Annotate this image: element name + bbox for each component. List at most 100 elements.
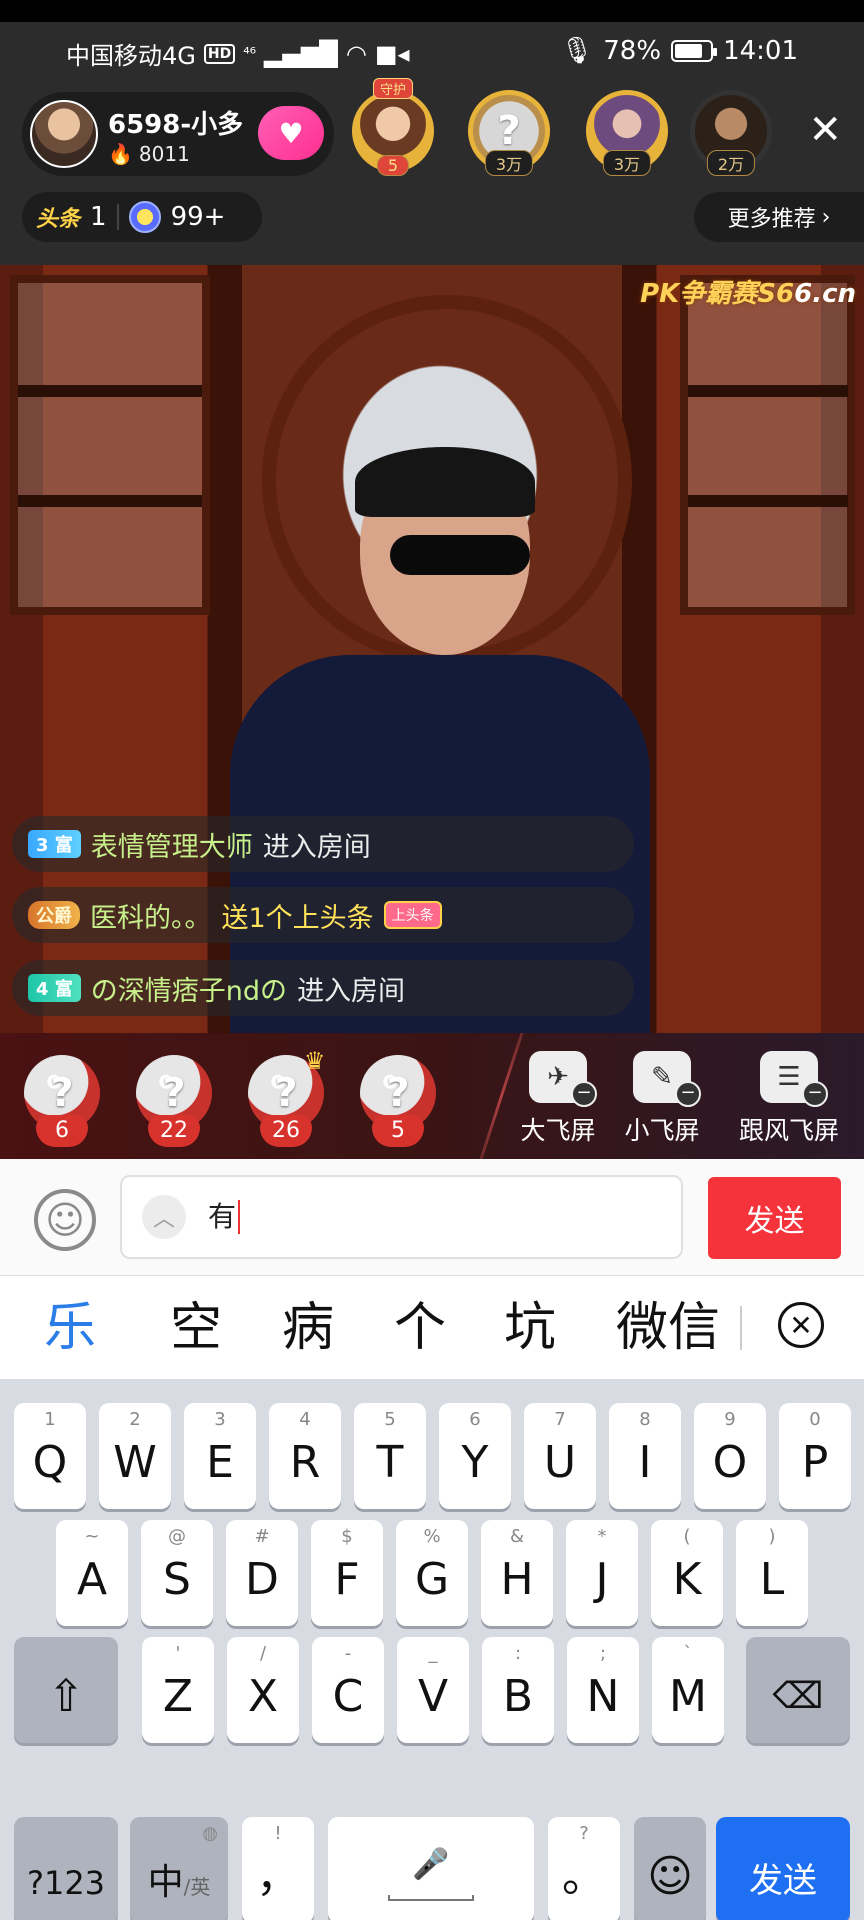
key-secondary-label: 5 (384, 1409, 396, 1430)
shift-key[interactable]: ⇧ (14, 1637, 118, 1743)
key-o[interactable]: 9O (694, 1403, 766, 1509)
fly-button-label: 小飞屏 (624, 1116, 700, 1145)
key-h[interactable]: & H (481, 1520, 553, 1626)
chat-username[interactable]: 医科的。。 (90, 896, 212, 935)
key-secondary-label: - (344, 1643, 352, 1664)
key-y[interactable]: 6Y (439, 1403, 511, 1509)
more-recommend-button[interactable]: 更多推荐 › (694, 192, 864, 242)
key-j[interactable]: * J (566, 1520, 638, 1626)
key-label: S (163, 1554, 191, 1605)
globe-icon: ◍ (202, 1823, 218, 1844)
key-label: Z (162, 1671, 194, 1722)
follow-fly-screen-button[interactable]: ☰ − 跟风飞屏 (724, 1051, 854, 1151)
key-secondary-label: ) (768, 1526, 776, 1547)
candidate-item[interactable]: 微信 (616, 1292, 720, 1364)
key-secondary-label: 6 (469, 1409, 481, 1430)
big-fly-screen-button[interactable]: ✈ − 大飞屏 (508, 1051, 608, 1151)
key-label: V (417, 1671, 449, 1722)
keyboard-send-key[interactable]: 发送 (716, 1817, 850, 1920)
chat-message[interactable]: 4 富 の深情痞子ndの 进入房间 (12, 960, 634, 1016)
key-v[interactable]: _ V (397, 1637, 469, 1743)
viewer-avatar-2[interactable]: ? 3万 (468, 90, 550, 176)
comma-key[interactable]: ! ， (242, 1817, 314, 1920)
key-b[interactable]: :B (482, 1637, 554, 1743)
key-label: Y (461, 1437, 489, 1488)
chat-message[interactable]: 公爵 医科的。。 送1个上头条 上头条 (12, 887, 634, 943)
viewer-avatar-4[interactable]: 2万 (690, 90, 772, 176)
space-key[interactable]: 🎤 (328, 1817, 534, 1920)
key-u[interactable]: 7U (524, 1403, 596, 1509)
viewer-avatar-3[interactable]: 3万 (586, 90, 668, 176)
comma-main: ， (256, 1851, 300, 1902)
key-m[interactable]: ` M (652, 1637, 724, 1743)
key-z[interactable]: ' Z (142, 1637, 214, 1743)
fly-gift-2[interactable]: ? 22 (126, 1055, 222, 1151)
live-room-screen: 中国移动4G HD ⁴⁶ ▂▄▆█ ◠ ■◂ 🎙 78% 14:01 6598-… (0, 0, 864, 1920)
mic-icon: 🎤 (412, 1847, 450, 1882)
candidate-divider (740, 1306, 742, 1350)
language-key[interactable]: ◍ 中/英 (130, 1817, 228, 1920)
viewer-badge: 5 (376, 155, 410, 176)
fly-gift-1[interactable]: ? 6 (14, 1055, 110, 1151)
fly-gift-4[interactable]: ? 5 (350, 1055, 446, 1151)
emoji-key[interactable]: ☺ (634, 1817, 706, 1920)
follow-button[interactable]: ♥ (258, 106, 324, 160)
key-e[interactable]: 3E (184, 1403, 256, 1509)
shelf (688, 495, 848, 507)
key-x[interactable]: / X (227, 1637, 299, 1743)
key-a[interactable]: ~ A (56, 1520, 128, 1626)
candidate-item[interactable]: 坑 (504, 1292, 556, 1364)
anchor-avatar[interactable] (30, 100, 98, 168)
key-g[interactable]: % G (396, 1520, 468, 1626)
key-secondary-label: 9 (724, 1409, 736, 1430)
chat-message[interactable]: 3 富 表情管理大师 进入房间 (12, 816, 634, 872)
period-key[interactable]: ? 。 (548, 1817, 620, 1920)
wealth-level-badge: 4 富 (28, 974, 81, 1002)
close-icon[interactable]: ✕ (808, 110, 842, 150)
key-r[interactable]: 4R (269, 1403, 341, 1509)
key-n[interactable]: ; N (567, 1637, 639, 1743)
divider (116, 204, 119, 230)
rocket-icon: ✈ − (529, 1051, 597, 1107)
chat-username[interactable]: の深情痞子ndの (91, 969, 287, 1008)
candidate-item[interactable]: 乐 (44, 1292, 96, 1364)
key-l[interactable]: ) L (736, 1520, 808, 1626)
numbers-key[interactable]: ?123 (14, 1817, 118, 1920)
key-d[interactable]: # D (226, 1520, 298, 1626)
chat-username[interactable]: 表情管理大师 (91, 825, 253, 864)
key-k[interactable]: (K (651, 1520, 723, 1626)
fly-gift-3[interactable]: ? 26 ♛ (238, 1047, 334, 1151)
chevron-up-icon[interactable]: ︿ (142, 1195, 186, 1239)
key-p[interactable]: 0P (779, 1403, 851, 1509)
viewer-avatar-1[interactable]: 守护 5 (352, 78, 434, 176)
duke-badge: 公爵 (28, 901, 80, 929)
key-s[interactable]: @ S (141, 1520, 213, 1626)
stats-pill[interactable]: 头条 1 99+ (22, 192, 262, 242)
candidate-item[interactable]: 病 (282, 1292, 334, 1364)
key-t[interactable]: 5T (354, 1403, 426, 1509)
anchor-card[interactable]: 6598-小多 🔥 8011 ♥ (22, 92, 334, 176)
send-button[interactable]: 发送 (708, 1177, 841, 1259)
key-c[interactable]: -C (312, 1637, 384, 1743)
battery-icon (671, 40, 718, 62)
heat-value: 8011 (138, 142, 190, 166)
candidate-item[interactable]: 空 (170, 1292, 222, 1364)
minus-icon: − (675, 1081, 701, 1107)
key-secondary-label: $ (341, 1526, 353, 1547)
emoji-icon[interactable]: ☺ (34, 1189, 96, 1251)
fire-icon: 🔥 (108, 142, 133, 166)
key-w[interactable]: 2W (99, 1403, 171, 1509)
key-label: U (543, 1437, 577, 1488)
key-q[interactable]: 1Q (14, 1403, 86, 1509)
key-label: C (332, 1671, 364, 1722)
candidate-item[interactable]: 个 (394, 1292, 446, 1364)
key-f[interactable]: $ F (311, 1520, 383, 1626)
key-i[interactable]: 8I (609, 1403, 681, 1509)
chat-input[interactable]: ︿ 有 (120, 1175, 683, 1259)
list-icon: ☰ − (760, 1051, 828, 1107)
signal-bars-icon: ▂▄▆█ (264, 39, 338, 68)
backspace-key[interactable]: ⌫ (746, 1637, 850, 1743)
key-secondary-label: ; (599, 1643, 607, 1664)
clear-candidates-icon[interactable]: ✕ (778, 1302, 824, 1348)
small-fly-screen-button[interactable]: ✎ − 小飞屏 (612, 1051, 712, 1151)
